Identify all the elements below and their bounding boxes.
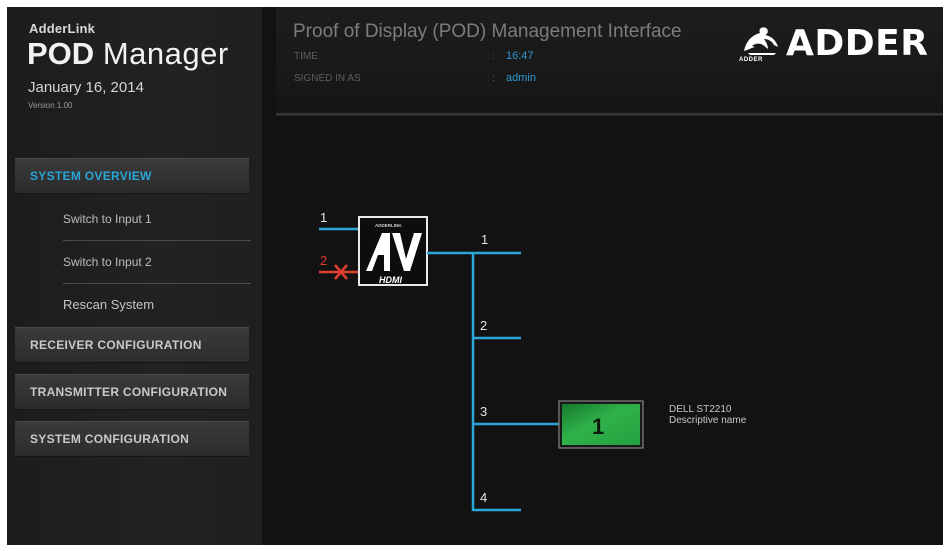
device-brand: ADDERLINK: [375, 223, 402, 228]
sidebar: AdderLink POD Manager January 16, 2014 V…: [7, 7, 262, 545]
device-label: HDMI: [379, 275, 402, 285]
output-2-label: 2: [480, 318, 487, 333]
output-4-label: 4: [480, 490, 487, 505]
output-1-label: 1: [481, 232, 488, 247]
app-title: POD Manager: [27, 35, 229, 73]
app-title-bold: POD: [27, 36, 95, 71]
display-model: DELL ST2210: [669, 404, 732, 415]
display-number: 1: [592, 414, 604, 439]
output-3-label: 3: [480, 404, 487, 419]
hdmi-switch-device[interactable]: ADDERLINK HDMI: [358, 216, 428, 286]
current-date: January 16, 2014: [28, 79, 144, 96]
app-title-light: Manager: [102, 36, 229, 71]
menu-switch-input-2[interactable]: Switch to Input 2: [63, 241, 251, 284]
display-1[interactable]: 1: [558, 400, 644, 449]
system-diagram: 1 2 ADDERLINK HDMI 1 2 3 4 1 DELL ST2210…: [319, 210, 747, 512]
menu-switch-input-1[interactable]: Switch to Input 1: [63, 198, 251, 241]
display-description: Descriptive name: [669, 415, 747, 426]
menu-system-overview[interactable]: SYSTEM OVERVIEW: [15, 158, 249, 194]
version-label: Version 1.00: [28, 101, 73, 110]
menu-receiver-configuration[interactable]: RECEIVER CONFIGURATION: [15, 327, 249, 363]
menu-transmitter-configuration[interactable]: TRANSMITTER CONFIGURATION: [15, 374, 249, 410]
main-panel: Proof of Display (POD) Management Interf…: [262, 7, 943, 545]
menu-rescan-system[interactable]: Rescan System: [63, 284, 251, 326]
menu-system-configuration[interactable]: SYSTEM CONFIGURATION: [15, 421, 249, 457]
app-window: AdderLink POD Manager January 16, 2014 V…: [7, 7, 943, 545]
input-1-label: 1: [320, 210, 327, 225]
brand-small-title: AdderLink: [29, 21, 96, 36]
input-2-label: 2: [320, 253, 327, 268]
